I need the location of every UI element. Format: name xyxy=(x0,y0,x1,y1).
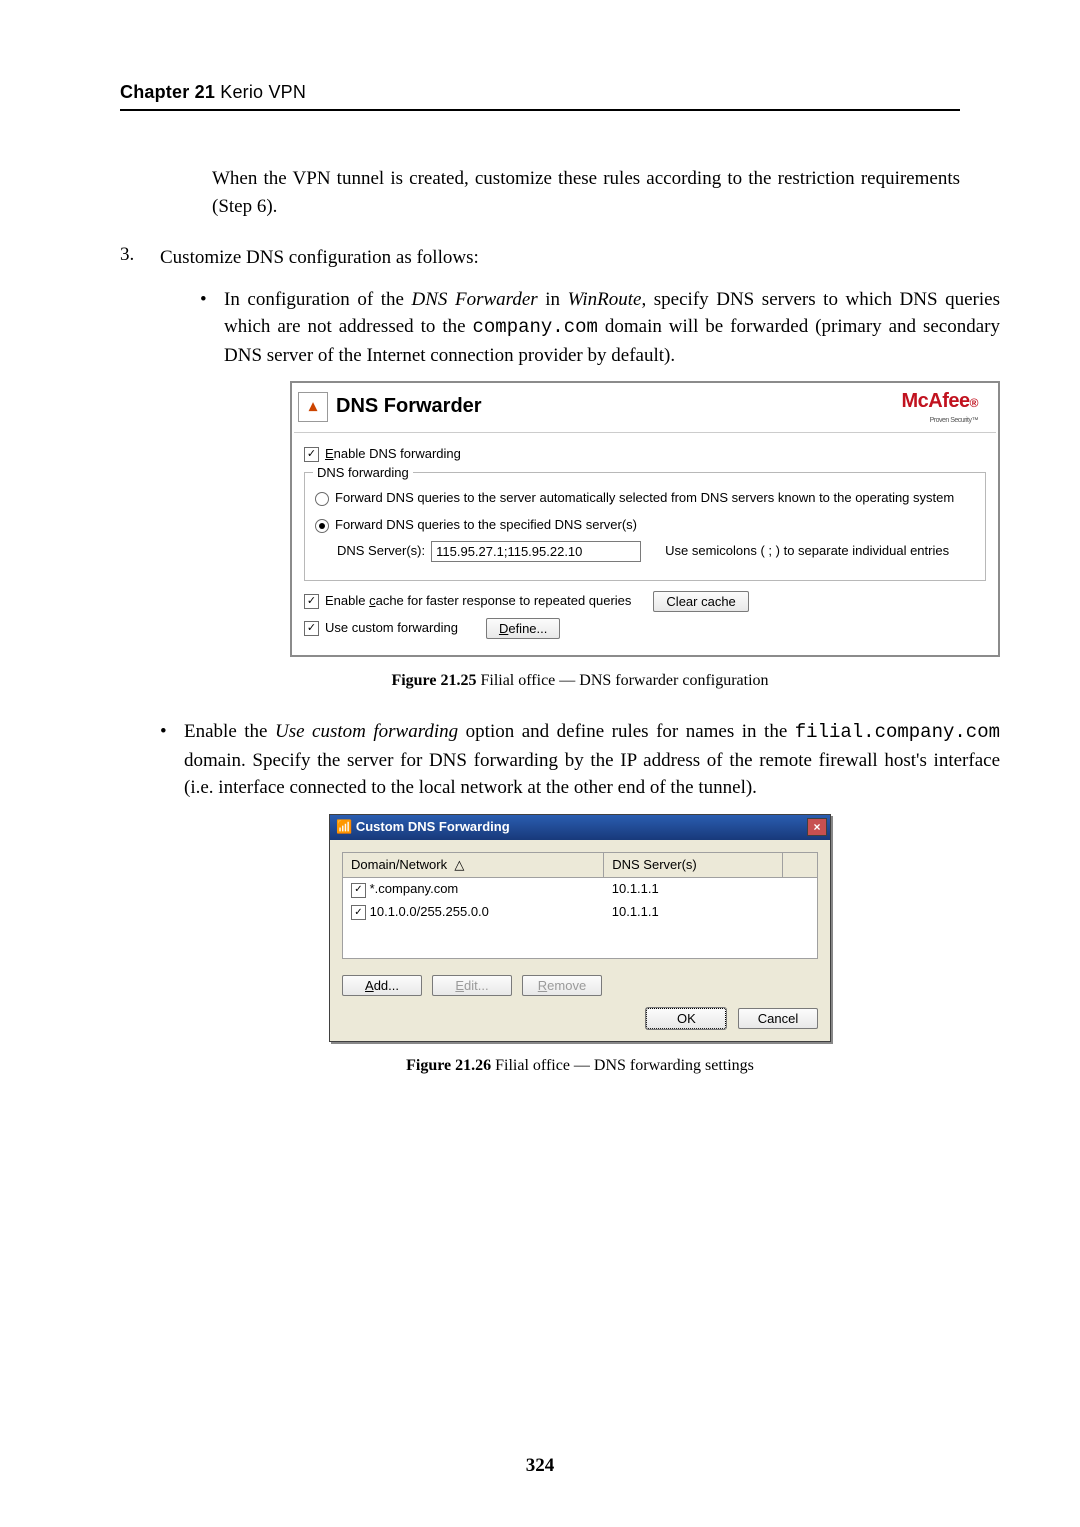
remove-button[interactable]: Remove xyxy=(522,975,602,996)
header-rule xyxy=(120,109,960,111)
dns-servers-hint: Use semicolons ( ; ) to separate individ… xyxy=(665,542,949,561)
table-row[interactable]: ✓ *.company.com 10.1.1.1 xyxy=(343,878,818,901)
group-legend: DNS forwarding xyxy=(313,464,413,483)
col-domain[interactable]: Domain/Network △ xyxy=(343,852,604,878)
clear-cache-button[interactable]: Clear cache xyxy=(653,591,748,612)
radio-auto[interactable] xyxy=(315,492,329,506)
chapter-number: Chapter 21 xyxy=(120,82,215,102)
bullet-marker: • xyxy=(200,286,224,370)
figure-caption-2: Figure 21.26 Filial office — DNS forward… xyxy=(160,1054,1000,1077)
enable-dns-label: EEnable DNS forwardingnable DNS forwardi… xyxy=(325,445,461,464)
row-checkbox[interactable]: ✓ xyxy=(351,905,366,920)
enable-cache-label: Enable cache for faster response to repe… xyxy=(325,592,631,611)
page-number: 324 xyxy=(0,1455,1080,1477)
define-button[interactable]: Define... xyxy=(486,618,560,639)
cancel-button[interactable]: Cancel xyxy=(738,1008,818,1029)
figure-caption-1: Figure 21.25 Filial office — DNS forward… xyxy=(160,669,1000,692)
bullet-marker: • xyxy=(160,718,184,802)
panel-title: DNS Forwarder xyxy=(336,392,482,421)
paragraph-intro: When the VPN tunnel is created, customiz… xyxy=(212,165,960,220)
enable-dns-checkbox[interactable]: ✓ xyxy=(304,447,319,462)
table-row[interactable]: ✓ 10.1.0.0/255.255.0.0 10.1.1.1 xyxy=(343,901,818,924)
custom-forwarding-checkbox[interactable]: ✓ xyxy=(304,621,319,636)
bullet-1: In configuration of the DNS Forwarder in… xyxy=(224,286,1000,370)
edit-button[interactable]: EEdit...dit... xyxy=(432,975,512,996)
col-dns-servers[interactable]: DNS Server(s) xyxy=(604,852,783,878)
step-3: 3. Customize DNS configuration as follow… xyxy=(120,244,960,1103)
figure-dns-forwarder: ▴ DNS Forwarder McAfee® Proven Security™… xyxy=(290,381,1000,657)
step-3-text: Customize DNS configuration as follows: xyxy=(160,244,1000,272)
custom-forwarding-label: Use custom forwarding xyxy=(325,619,458,638)
bullet-2: Enable the Use custom forwarding option … xyxy=(184,718,1000,802)
dns-forwarding-group: DNS forwarding Forward DNS queries to th… xyxy=(304,472,986,581)
figure-custom-dns-forwarding: 📶 Custom DNS Forwarding × Domain/Network… xyxy=(329,814,831,1042)
radio-specified[interactable] xyxy=(315,519,329,533)
row-checkbox[interactable]: ✓ xyxy=(351,883,366,898)
chapter-header: Chapter 21 Kerio VPN xyxy=(120,82,960,103)
close-icon[interactable]: × xyxy=(807,818,827,836)
dns-servers-label: DNS Server(s): xyxy=(337,542,425,561)
dns-servers-input[interactable] xyxy=(431,541,641,562)
forwarding-table: Domain/Network △ DNS Server(s) ✓ *.compa… xyxy=(342,852,818,960)
mcafee-logo: McAfee® Proven Security™ xyxy=(902,387,978,426)
radio-auto-label: Forward DNS queries to the server automa… xyxy=(335,489,954,508)
add-button[interactable]: Add... xyxy=(342,975,422,996)
dialog-title: 📶 Custom DNS Forwarding xyxy=(336,818,510,837)
chapter-title: Kerio VPN xyxy=(220,82,306,102)
kerio-icon: ▴ xyxy=(298,392,328,422)
radio-specified-label: Forward DNS queries to the specified DNS… xyxy=(335,516,637,535)
ok-button[interactable]: OK xyxy=(646,1008,726,1029)
step-number: 3. xyxy=(120,244,160,1103)
enable-cache-checkbox[interactable]: ✓ xyxy=(304,594,319,609)
